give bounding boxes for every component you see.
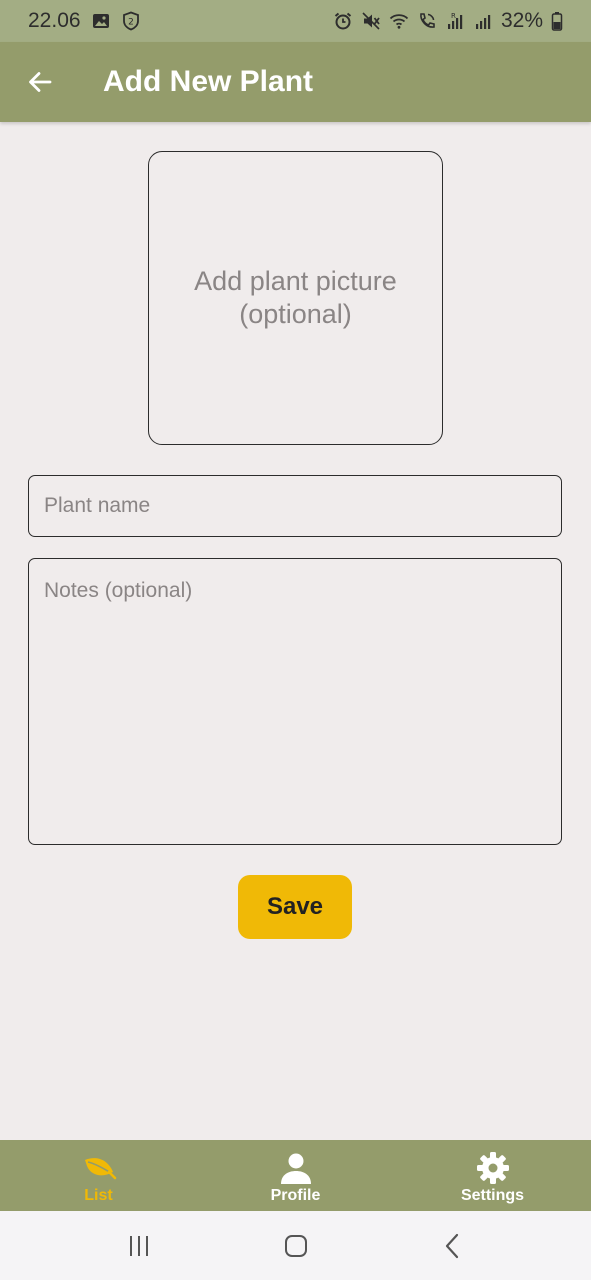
- signal-r-icon: R: [445, 11, 465, 31]
- status-bar: 22.06 2 R 32%: [0, 0, 591, 42]
- arrow-left-icon: [29, 72, 52, 92]
- recents-button[interactable]: [109, 1221, 169, 1271]
- nav-item-list[interactable]: List: [0, 1140, 197, 1211]
- nav-label-settings: Settings: [460, 1187, 525, 1204]
- plant-picture-picker[interactable]: Add plant picture (optional): [148, 151, 443, 445]
- bottom-nav: List Profile Settings: [0, 1140, 591, 1211]
- system-back-button[interactable]: [423, 1221, 483, 1271]
- app-bar: Add New Plant: [0, 42, 591, 122]
- nav-label-list: List: [84, 1187, 113, 1204]
- person-icon: [280, 1153, 311, 1184]
- picture-placeholder-text: Add plant picture (optional): [194, 266, 397, 329]
- wifi-icon: [389, 11, 409, 31]
- nav-label-profile: Profile: [270, 1187, 321, 1204]
- nav-item-settings[interactable]: Settings: [394, 1140, 591, 1211]
- nav-item-profile[interactable]: Profile: [197, 1140, 394, 1211]
- recents-icon: [129, 1235, 148, 1256]
- home-icon: [284, 1234, 307, 1257]
- svg-text:2: 2: [128, 18, 134, 28]
- plant-name-input[interactable]: [28, 475, 562, 537]
- svg-text:R: R: [451, 12, 456, 20]
- battery-percent: 32%: [500, 9, 543, 32]
- chevron-left-icon: [445, 1233, 458, 1258]
- status-left: 22.06 2: [28, 9, 141, 33]
- alarm-icon: [333, 11, 353, 31]
- mute-icon: [361, 11, 381, 31]
- home-button[interactable]: [266, 1221, 326, 1271]
- status-time: 22.06: [28, 9, 81, 32]
- page-title: Add New Plant: [103, 65, 314, 98]
- image-icon: [91, 11, 111, 31]
- status-right: R 32%: [333, 9, 563, 33]
- back-button[interactable]: [12, 54, 68, 110]
- system-nav-bar: [0, 1211, 591, 1280]
- signal-icon: [473, 11, 493, 31]
- battery-icon: [551, 11, 563, 31]
- notes-textarea[interactable]: [28, 558, 562, 845]
- save-button[interactable]: Save: [238, 875, 352, 939]
- leaf-icon: [84, 1158, 116, 1180]
- gear-icon: [476, 1152, 509, 1184]
- wifi-call-icon: [417, 11, 437, 31]
- shield-2-icon: 2: [121, 11, 141, 31]
